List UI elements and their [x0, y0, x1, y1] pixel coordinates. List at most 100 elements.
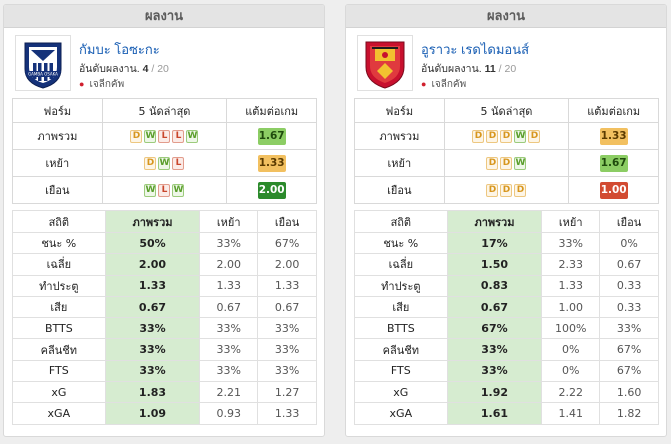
stat-label: FTS	[354, 359, 448, 383]
result-chip[interactable]: D	[500, 183, 513, 197]
ppg-badge: 2.00	[257, 181, 286, 199]
result-chip[interactable]: D	[472, 129, 485, 143]
ppg-cell: 1.33	[226, 149, 317, 177]
form-header-last5: 5 นัดล่าสุด	[101, 98, 228, 123]
stat-home: 2.22	[541, 381, 601, 404]
stat-away: 33%	[257, 317, 317, 340]
stat-home: 33%	[199, 359, 259, 383]
result-chip[interactable]: W	[514, 129, 527, 143]
stats-header-label: สถิติ	[354, 210, 448, 233]
stats-row: คลีนชีท 33% 0% 67%	[354, 338, 659, 361]
gamba-osaka-crest-icon[interactable]: GAMBA OSAKA	[15, 35, 71, 91]
form-rows: ภาพรวม D D D W D 1.33 เหย้า D D W 1.67 เยือน D D D 1.00	[354, 122, 659, 204]
stats-header-away: เยือน	[257, 210, 317, 233]
stat-home: 33%	[199, 338, 259, 361]
result-chip[interactable]: L	[158, 183, 171, 197]
stats-header-home: เหย้า	[541, 210, 601, 233]
stat-overall: 17%	[446, 231, 543, 255]
ppg-badge: 1.00	[599, 181, 628, 199]
stat-away: 33%	[257, 338, 317, 361]
result-chip[interactable]: W	[144, 129, 157, 143]
stats-header-row: สถิติ ภาพรวม เหย้า เยือน	[354, 210, 659, 233]
stat-overall: 33%	[446, 359, 543, 383]
form-results: DDDWD	[443, 122, 570, 150]
stats-header-overall: ภาพรวม	[446, 210, 543, 233]
stat-away: 67%	[599, 359, 659, 383]
result-chip[interactable]: D	[528, 129, 541, 143]
ppg-cell: 1.00	[568, 176, 659, 204]
result-chip[interactable]: D	[500, 156, 513, 170]
stat-overall: 1.33	[104, 274, 201, 297]
stat-home: 1.41	[541, 402, 601, 425]
form-row: เยือน W L W 2.00	[12, 176, 317, 204]
stats-row: คลีนชีท 33% 33% 33%	[12, 338, 317, 361]
stat-label: BTTS	[12, 317, 106, 340]
league-label: ● เจลีกคัพ	[79, 79, 125, 90]
stats-header-home: เหย้า	[199, 210, 259, 233]
stat-label: คลีนชีท	[12, 338, 106, 361]
urawa-red-diamonds-crest-icon[interactable]	[357, 35, 413, 91]
result-chip[interactable]: W	[186, 129, 199, 143]
form-results: DWL	[101, 149, 228, 177]
form-row: เหย้า D D W 1.67	[354, 149, 659, 177]
stat-away: 1.60	[599, 381, 659, 404]
stats-row: ทำประตู 1.33 1.33 1.33	[12, 274, 317, 297]
stat-label: เสีย	[12, 295, 106, 319]
stat-home: 0.67	[199, 295, 259, 319]
stats-row: FTS 33% 0% 67%	[354, 359, 659, 383]
form-results: DDD	[443, 176, 570, 204]
form-header-label: ฟอร์ม	[12, 98, 103, 123]
stat-away: 67%	[257, 231, 317, 255]
stat-overall: 1.61	[446, 402, 543, 425]
result-chip[interactable]: D	[486, 183, 499, 197]
league-label: ● เจลีกคัพ	[421, 79, 467, 90]
stat-overall: 50%	[104, 231, 201, 255]
stat-away: 67%	[599, 338, 659, 361]
team-info: อูราวะ เรดไดมอนส์ อันดับผลงาน. 11 / 20 ●…	[357, 35, 658, 95]
result-chip[interactable]: D	[144, 156, 157, 170]
stats-row: xGA 1.09 0.93 1.33	[12, 402, 317, 425]
form-row: เยือน D D D 1.00	[354, 176, 659, 204]
result-chip[interactable]: L	[172, 156, 185, 170]
result-chip[interactable]: W	[172, 183, 185, 197]
league-dot-icon: ●	[421, 79, 427, 89]
stats-row: xGA 1.61 1.41 1.82	[354, 402, 659, 425]
result-chip[interactable]: D	[486, 156, 499, 170]
team-info: GAMBA OSAKA กัมบะ โอซะกะ อันดับผลงาน. 4 …	[15, 35, 316, 95]
stat-away: 1.33	[257, 274, 317, 297]
league-dot-icon: ●	[79, 79, 85, 89]
stat-overall: 1.09	[104, 402, 201, 425]
team-name-link[interactable]: กัมบะ โอซะกะ	[79, 39, 160, 60]
stats-header-away: เยือน	[599, 210, 659, 233]
team-name-link[interactable]: อูราวะ เรดไดมอนส์	[421, 39, 529, 60]
stat-away: 1.33	[257, 402, 317, 425]
stat-label: xGA	[12, 402, 106, 425]
stat-home: 100%	[541, 317, 601, 340]
result-chip[interactable]: W	[514, 156, 527, 170]
form-header-last5: 5 นัดล่าสุด	[443, 98, 570, 123]
form-results: DDW	[443, 149, 570, 177]
form-header-ppg: แต้มต่อเกม	[568, 98, 659, 123]
stat-home: 33%	[199, 231, 259, 255]
stat-away: 33%	[599, 317, 659, 340]
result-chip[interactable]: D	[500, 129, 513, 143]
stat-label: ชนะ %	[354, 231, 448, 255]
stat-label: เฉลี่ย	[354, 253, 448, 276]
panel-header: ผลงาน	[346, 5, 666, 28]
stats-row: เสีย 0.67 1.00 0.33	[354, 295, 659, 319]
stats-row: เฉลี่ย 2.00 2.00 2.00	[12, 253, 317, 276]
stat-home: 0%	[541, 359, 601, 383]
stat-label: BTTS	[354, 317, 448, 340]
result-chip[interactable]: D	[514, 183, 527, 197]
stat-overall: 2.00	[104, 253, 201, 276]
result-chip[interactable]: D	[130, 129, 143, 143]
result-chip[interactable]: D	[486, 129, 499, 143]
result-chip[interactable]: L	[158, 129, 171, 143]
stats-header-overall: ภาพรวม	[104, 210, 201, 233]
form-results: DWLLW	[101, 122, 228, 150]
result-chip[interactable]: W	[158, 156, 171, 170]
form-header-ppg: แต้มต่อเกม	[226, 98, 317, 123]
result-chip[interactable]: L	[172, 129, 185, 143]
team-rank: อันดับผลงาน. 4 / 20	[79, 63, 169, 75]
result-chip[interactable]: W	[144, 183, 157, 197]
